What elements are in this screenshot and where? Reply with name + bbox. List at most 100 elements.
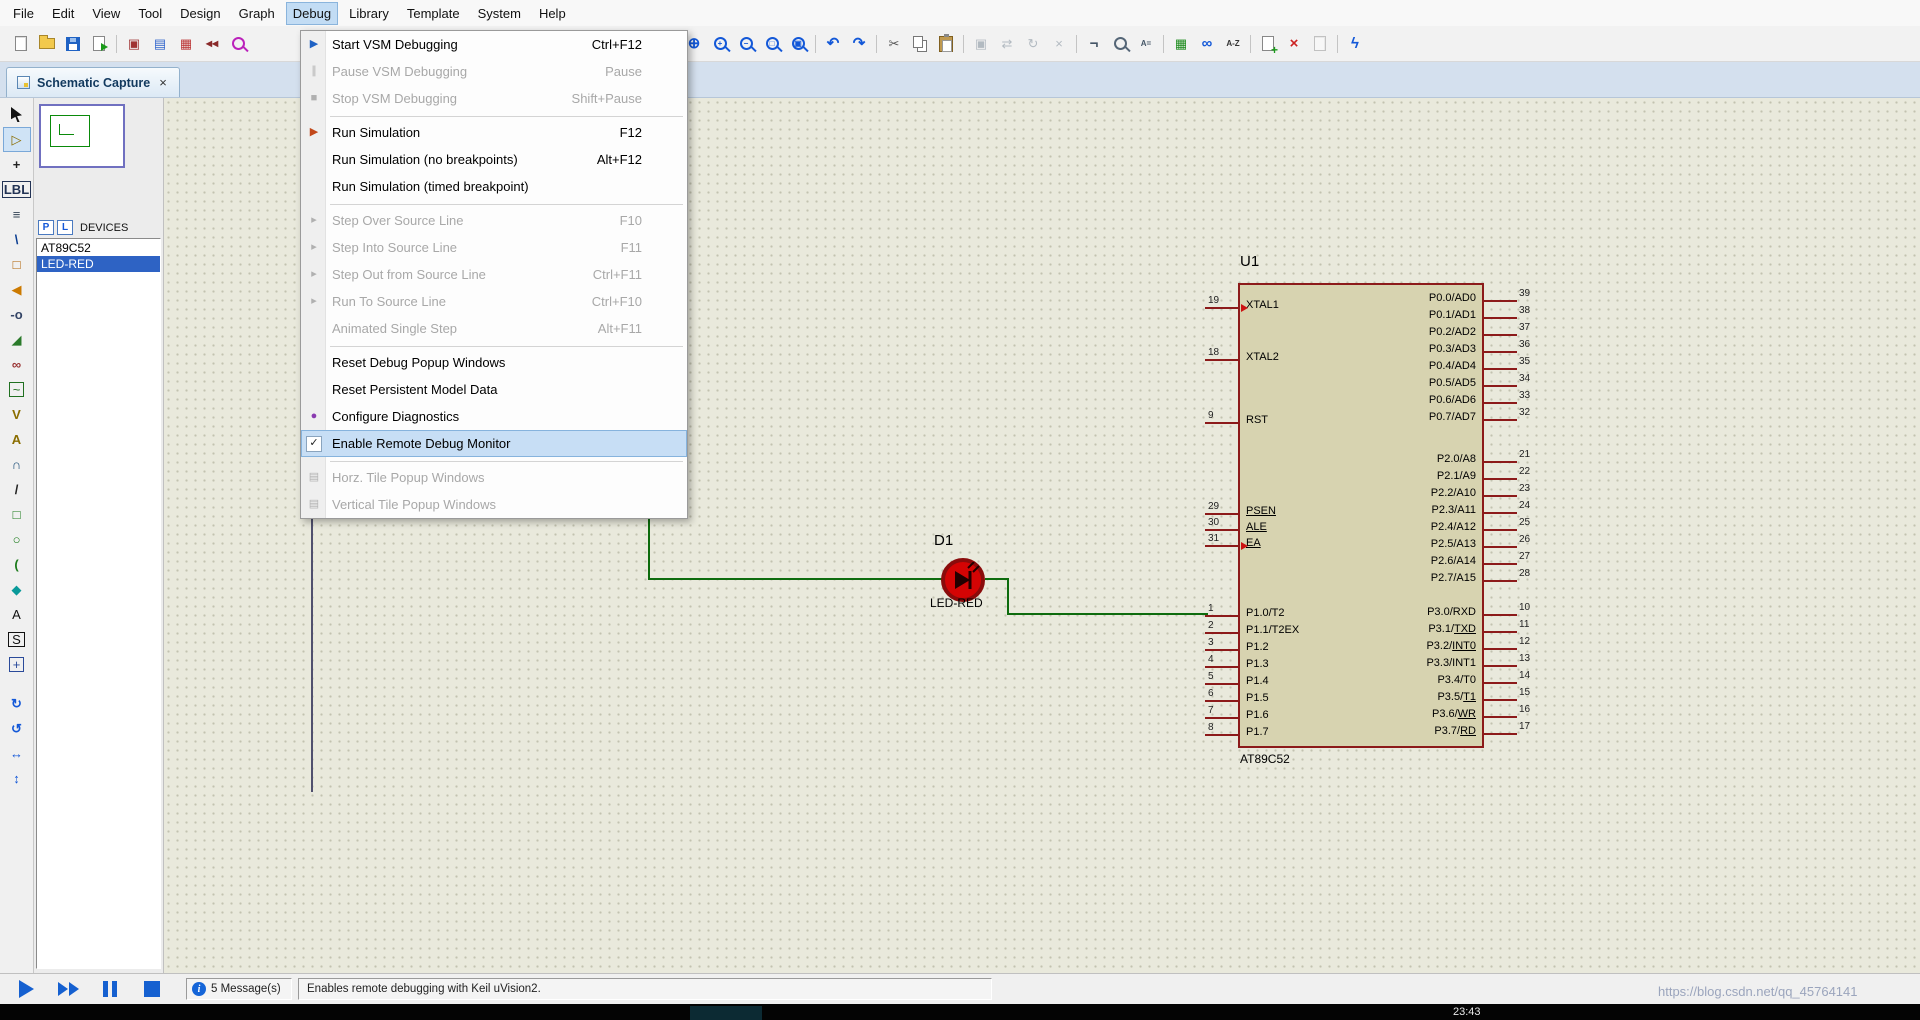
menu-item-vertical-tile-popup-windows[interactable]: ▤ Vertical Tile Popup Windows <box>301 491 687 518</box>
property-assignment-icon[interactable]: A= <box>1133 31 1159 57</box>
cut-icon[interactable]: ✂ <box>881 31 907 57</box>
rotate-anticlockwise-icon[interactable]: ↺ <box>3 716 31 741</box>
open-file-icon[interactable] <box>34 31 60 57</box>
electrical-check-icon[interactable]: ϟ <box>1342 31 1368 57</box>
menu-item-pause-vsm-debugging[interactable]: ∥ Pause VSM Debugging Pause <box>301 58 687 85</box>
menu-item-step-over-source-line[interactable]: ▸ Step Over Source Line F10 <box>301 207 687 234</box>
menu-item-configure-diagnostics[interactable]: ● Configure Diagnostics <box>301 403 687 430</box>
zoom-area-icon[interactable]: □ <box>759 31 785 57</box>
chip-pin[interactable]: 28 P2.7/A15 <box>1240 568 1530 585</box>
chip-pin[interactable]: 36 P0.3/AD3 <box>1240 339 1530 356</box>
virtual-instruments-mode-icon[interactable]: ∩ <box>3 452 31 477</box>
tab-close-icon[interactable]: × <box>157 75 169 90</box>
app-window-icon[interactable]: ▣ <box>121 31 147 57</box>
message-counter[interactable]: i 5 Message(s) <box>186 978 292 1000</box>
menu-item-step-out-from-source-line[interactable]: ▸ Step Out from Source Line Ctrl+F11 <box>301 261 687 288</box>
menu-graph[interactable]: Graph <box>232 2 282 25</box>
zoom-in-icon[interactable]: + <box>707 31 733 57</box>
generator-mode-icon[interactable]: ~ <box>3 377 31 402</box>
menu-file[interactable]: File <box>6 2 41 25</box>
2d-arc-mode-icon[interactable]: ( <box>3 552 31 577</box>
2d-symbol-mode-icon[interactable]: S <box>3 627 31 652</box>
device-list-item[interactable]: LED-RED <box>37 256 160 272</box>
chip-pin[interactable]: 32 P0.7/AD7 <box>1240 407 1530 424</box>
chip-pin[interactable]: 11 P3.1/TXD <box>1240 619 1529 636</box>
wire-led-to-bend[interactable] <box>985 578 1009 580</box>
library-manager-button[interactable]: L <box>57 220 73 235</box>
block-delete-icon[interactable]: × <box>1046 31 1072 57</box>
menu-item-enable-remote-debug-monitor[interactable]: ✓ Enable Remote Debug Monitor <box>301 430 687 457</box>
menu-item-animated-single-step[interactable]: Animated Single Step Alt+F11 <box>301 315 687 342</box>
chip-pin[interactable]: 27 P2.6/A14 <box>1240 551 1530 568</box>
wire-vertical-bend[interactable] <box>1007 578 1009 615</box>
new-file-icon[interactable] <box>8 31 34 57</box>
pause-simulation-button[interactable] <box>92 976 128 1002</box>
wire-bend-to-chip[interactable] <box>1007 613 1208 615</box>
chip-pin[interactable]: 15 P3.5/T1 <box>1240 687 1530 704</box>
goto-sheet-icon[interactable] <box>1307 31 1333 57</box>
chip-pin[interactable]: 17 P3.7/RD <box>1240 721 1530 738</box>
remove-sheet-icon[interactable]: × <box>1281 31 1307 57</box>
zoom-tool-icon[interactable] <box>225 31 251 57</box>
chip-pin[interactable]: 22 P2.1/A9 <box>1240 466 1530 483</box>
paste-icon[interactable] <box>933 31 959 57</box>
chip-pin[interactable]: 25 P2.4/A12 <box>1240 517 1530 534</box>
menu-edit[interactable]: Edit <box>45 2 81 25</box>
subcircuit-mode-icon[interactable]: □ <box>3 252 31 277</box>
save-file-icon[interactable] <box>60 31 86 57</box>
menu-library[interactable]: Library <box>342 2 396 25</box>
chip-pin[interactable]: 24 P2.3/A11 <box>1240 500 1531 517</box>
block-copy-icon[interactable]: ▣ <box>968 31 994 57</box>
menu-template[interactable]: Template <box>400 2 467 25</box>
import-file-icon[interactable] <box>86 31 112 57</box>
chip-pin[interactable]: 39 P0.0/AD0 <box>1240 288 1530 305</box>
sort-az-icon[interactable]: A-Z <box>1220 31 1246 57</box>
block-rotate-icon[interactable]: ↻ <box>1020 31 1046 57</box>
chip-component[interactable]: 19 XTAL1 18 XTAL2 9 RST 29 PSEN 30 ALE 3… <box>1205 283 1531 748</box>
menu-design[interactable]: Design <box>173 2 227 25</box>
2d-path-mode-icon[interactable]: ◆ <box>3 577 31 602</box>
selection-mode-icon[interactable] <box>3 102 31 127</box>
tile-windows-icon[interactable]: ▤ <box>147 31 173 57</box>
chip-pin[interactable]: 16 P3.6/WR <box>1240 704 1530 721</box>
chip-pin[interactable]: 33 P0.6/AD6 <box>1240 390 1530 407</box>
menu-system[interactable]: System <box>471 2 528 25</box>
overview-minimap[interactable] <box>39 104 125 168</box>
wire-label-mode-icon[interactable]: LBL <box>1 177 32 202</box>
2d-line-mode-icon[interactable]: / <box>3 477 31 502</box>
grid-toggle-icon[interactable]: ▦ <box>173 31 199 57</box>
2d-text-mode-icon[interactable]: A <box>3 602 31 627</box>
menu-item-start-vsm-debugging[interactable]: ▶ Start VSM Debugging Ctrl+F12 <box>301 31 687 58</box>
chip-pin[interactable]: 34 P0.5/AD5 <box>1240 373 1530 390</box>
design-grid-icon[interactable]: ▦ <box>1168 31 1194 57</box>
wire-horizontal-to-led[interactable] <box>648 578 942 580</box>
chip-pin[interactable]: 35 P0.4/AD4 <box>1240 356 1530 373</box>
menu-item-horz-tile-popup-windows[interactable]: ▤ Horz. Tile Popup Windows <box>301 464 687 491</box>
2d-marker-mode-icon[interactable]: + <box>3 652 31 677</box>
device-list-item[interactable]: AT89C52 <box>37 240 160 256</box>
component-mode-icon[interactable]: ▷ <box>2 127 31 152</box>
chip-pin[interactable]: 10 P3.0/RXD <box>1240 602 1530 619</box>
zoom-out-icon[interactable]: − <box>733 31 759 57</box>
menu-item-run-simulation-timed-breakpoint[interactable]: Run Simulation (timed breakpoint) <box>301 173 687 200</box>
buses-mode-icon[interactable]: \ <box>3 227 31 252</box>
text-script-mode-icon[interactable]: ≡ <box>3 202 31 227</box>
chip-pin[interactable]: 23 P2.2/A10 <box>1240 483 1530 500</box>
search-tag-icon[interactable] <box>1107 31 1133 57</box>
2d-box-mode-icon[interactable]: □ <box>3 502 31 527</box>
chip-pin[interactable]: 13 P3.3/INT1 <box>1240 653 1530 670</box>
menu-view[interactable]: View <box>85 2 127 25</box>
run-simulation-button[interactable] <box>8 976 44 1002</box>
menu-item-step-into-source-line[interactable]: ▸ Step Into Source Line F11 <box>301 234 687 261</box>
zoom-all-icon[interactable]: ▣ <box>785 31 811 57</box>
menu-item-run-simulation-no-breakpoints[interactable]: Run Simulation (no breakpoints) Alt+F12 <box>301 146 687 173</box>
block-move-icon[interactable]: ⇄ <box>994 31 1020 57</box>
chip-pin[interactable]: 26 P2.5/A13 <box>1240 534 1530 551</box>
new-sheet-icon[interactable] <box>1255 31 1281 57</box>
terminal-mode-icon[interactable]: ◀ <box>3 277 31 302</box>
find-component-icon[interactable]: ∞ <box>1194 31 1220 57</box>
copy-icon[interactable] <box>907 31 933 57</box>
2d-circle-mode-icon[interactable]: ○ <box>3 527 31 552</box>
tab-schematic-capture[interactable]: Schematic Capture × <box>6 67 180 97</box>
menu-item-run-simulation[interactable]: ▶ Run Simulation F12 <box>301 119 687 146</box>
